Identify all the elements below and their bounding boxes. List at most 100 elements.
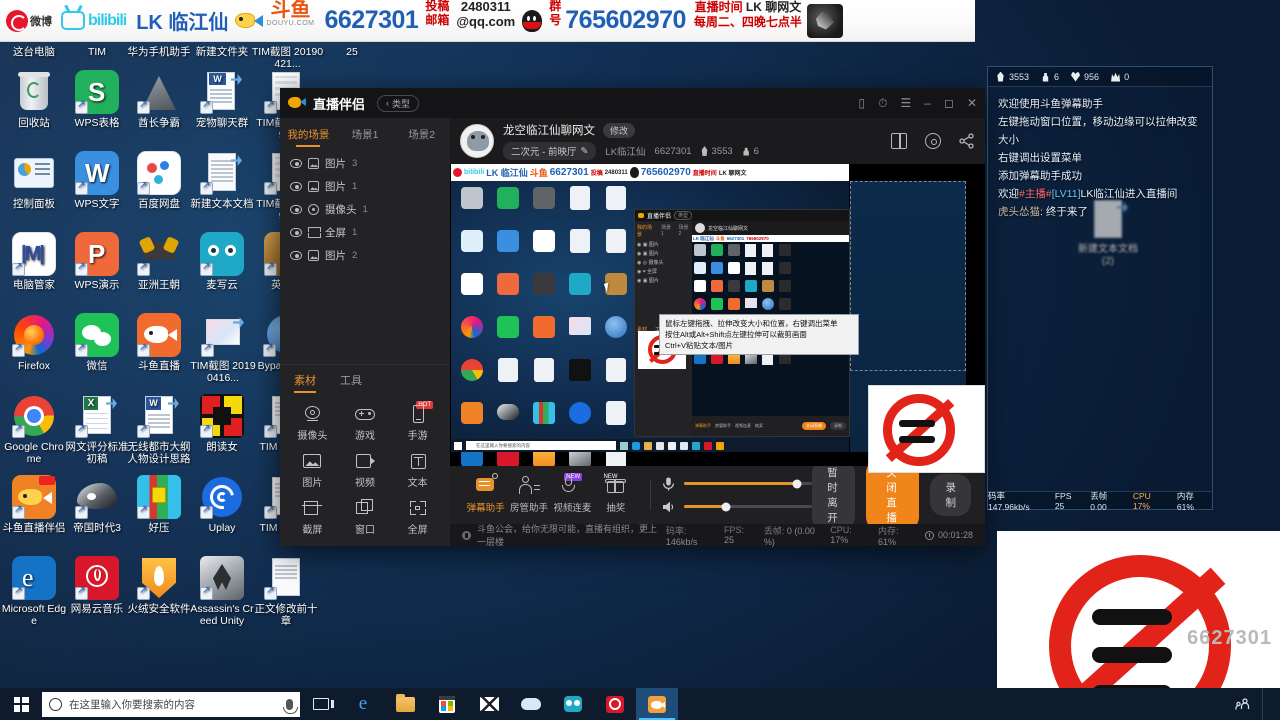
material-camera[interactable]: 摄像头 [286, 405, 339, 442]
desktop-icon-pc-manager[interactable]: |M| 电脑管家 [0, 232, 68, 291]
douyu-companion-icon[interactable] [636, 688, 678, 720]
desktop-icon-maixie-cloud[interactable]: 麦写云 [188, 232, 256, 291]
desktop-icon-chief-war[interactable]: 酋长争霸 [125, 70, 193, 129]
scene-source-row[interactable]: 图片 1 [280, 175, 450, 198]
edge-icon[interactable]: e [342, 688, 384, 720]
record-button[interactable]: 录制 [930, 474, 971, 516]
visibility-eye-icon[interactable] [290, 228, 302, 237]
danmu-assistant-panel[interactable]: 3553 6 956 0 欢迎使用斗鱼弹幕助手 左键拖动窗口位置，移动边缘可以拉… [987, 66, 1213, 512]
layout-icon[interactable] [891, 133, 907, 149]
file-explorer-icon[interactable] [384, 688, 426, 720]
room-admin-button[interactable]: 房管助手 [507, 476, 550, 514]
scene-tab-1[interactable]: 场景1 [337, 124, 394, 147]
netease-music-icon[interactable] [594, 688, 636, 720]
visibility-eye-icon[interactable] [290, 251, 302, 260]
desktop-icon-huorong[interactable]: 火绒安全软件 [125, 556, 193, 615]
visibility-eye-icon[interactable] [290, 182, 302, 191]
material-window[interactable]: 窗口 [339, 499, 392, 536]
desktop-icon-new-text-doc[interactable]: 新建文本文档 [188, 151, 256, 210]
people-icon[interactable] [1235, 697, 1250, 711]
desktop-icon-douyu-live[interactable]: 斗鱼直播 [125, 313, 193, 372]
type-back-button[interactable]: ‹ 类型 [377, 94, 420, 112]
desktop-icon-tim-shot-pink[interactable]: TIM截图 20190416... [188, 313, 258, 384]
tab-tools[interactable]: 工具 [340, 372, 362, 393]
search-input[interactable]: 在这里输入你要搜索的内容 [42, 691, 300, 717]
microphone-icon[interactable] [283, 698, 298, 714]
desktop-icon-chrome[interactable]: Google Chrome [0, 394, 68, 465]
visibility-eye-icon[interactable] [290, 159, 302, 168]
start-button[interactable] [0, 688, 42, 720]
visibility-eye-icon[interactable] [290, 205, 302, 214]
lottery-button[interactable]: NEW 抽奖 [594, 474, 637, 514]
desktop-icon-age-of-empires[interactable]: 帝国时代3 [63, 475, 131, 534]
danmu-assistant-button[interactable]: 弹幕助手 [464, 473, 507, 514]
maixie-icon[interactable] [552, 688, 594, 720]
share-icon[interactable] [959, 133, 975, 149]
desktop-icon-reader-girl[interactable]: 朗读女 [188, 394, 256, 453]
avatar[interactable] [460, 124, 494, 158]
desktop-icon-wps-spreadsheet[interactable]: S WPS表格 [63, 70, 131, 129]
show-desktop-button[interactable] [1262, 688, 1266, 720]
desktop-icon-pet-chat[interactable]: W 宠物聊天群 [188, 70, 256, 129]
desktop-icon-haozip[interactable]: 好压 [125, 475, 193, 534]
scene-source-row[interactable]: 图片 2 [280, 244, 450, 267]
monitor-icon[interactable]: ▯ [859, 97, 866, 109]
close-icon[interactable]: ✕ [967, 97, 977, 109]
category-selector[interactable]: 二次元 - 前映厅 ✎ [503, 142, 597, 160]
desktop-icon-text-edit[interactable]: 正文修改前十章 [250, 556, 322, 627]
desktop-icon-douyu-companion[interactable]: 斗鱼直播伴侣 [0, 475, 68, 534]
speaker-volume-slider[interactable] [684, 502, 813, 511]
desktop-icon-wps-presentation[interactable]: P WPS演示 [63, 232, 131, 291]
material-fullscreen[interactable]: 全屏 [391, 499, 444, 536]
material-screenshot[interactable]: 截屏 [286, 499, 339, 536]
desktop-icon-huawei[interactable]: 华为手机助手 [125, 46, 193, 58]
scene-source-row[interactable]: 图片 3 [280, 152, 450, 175]
material-text[interactable]: 文本 [391, 452, 444, 489]
scene-source-row[interactable]: 全屏 1 [280, 221, 450, 244]
desktop-icon-word-doc[interactable]: W 无线都市大纲人物设计思路 [125, 394, 193, 465]
material-game[interactable]: 游戏 [339, 405, 392, 442]
task-view-icon[interactable] [300, 688, 342, 720]
nosmoking-image-small[interactable] [868, 385, 985, 473]
desktop-icon-edge[interactable]: e Microsoft Edge [0, 556, 68, 627]
desktop-icon-asian-dynasty[interactable]: 亚洲王朝 [125, 232, 193, 291]
desktop-icon-baidu-netdisk[interactable]: 百度网盘 [125, 151, 193, 210]
scene-tab-my-scenes[interactable]: 我的场景 [280, 124, 337, 147]
desktop-icon-new-folder[interactable]: 新建文件夹 [188, 46, 256, 58]
filter-icon[interactable]: ⏱ [878, 97, 887, 109]
material-video[interactable]: 视频 [339, 452, 392, 489]
nosmoking-image-large[interactable]: 6627301 [997, 531, 1280, 688]
material-mobile-game[interactable]: HOT 手游 [391, 401, 444, 442]
maximize-icon[interactable]: ◻ [944, 97, 954, 109]
tab-materials[interactable]: 素材 [294, 372, 316, 393]
desktop-icon-tim-screenshot[interactable]: TIM截图 20190421... [250, 46, 325, 70]
away-button[interactable]: 暂时离开 [812, 459, 856, 531]
desktop-icon-excel-doc[interactable]: X 网文评分标准初稿 [63, 394, 131, 465]
onedrive-icon[interactable] [510, 688, 552, 720]
edit-room-button[interactable]: 修改 [603, 122, 636, 138]
desktop-icon-assassins-creed[interactable]: Assassin's Creed Unity [188, 556, 256, 627]
store-icon[interactable] [426, 688, 468, 720]
gear-icon[interactable] [925, 133, 941, 149]
menu-icon[interactable]: ☰ [901, 97, 912, 109]
desktop-icon-wps-writer[interactable]: W WPS文字 [63, 151, 131, 210]
material-image[interactable]: 图片 [286, 452, 339, 489]
desktop-icon-firefox[interactable]: Firefox [0, 313, 68, 372]
desktop-icon-netease-music[interactable]: 网易云音乐 [63, 556, 131, 615]
mic-slider-row[interactable] [662, 477, 813, 491]
desktop-icon-this-pc[interactable]: 这台电脑 [0, 46, 68, 58]
desktop-icon-file-25[interactable]: 25 [318, 46, 386, 58]
desktop-icon-wechat[interactable]: 微信 [63, 313, 131, 372]
desktop-icon-uplay[interactable]: Uplay [188, 475, 256, 534]
scene-source-row[interactable]: 摄像头 1 [280, 198, 450, 221]
desktop-icon-tim[interactable]: TIM [63, 46, 131, 58]
minimize-icon[interactable]: – [924, 97, 931, 109]
desktop-icon-recycle-bin[interactable]: 回收站 [0, 70, 68, 129]
desktop-icon-control-panel[interactable]: 控制面板 [0, 151, 68, 210]
video-link-button[interactable]: NEW 视频连麦 [551, 473, 594, 514]
speaker-slider-row[interactable] [662, 500, 813, 514]
mail-icon[interactable] [468, 688, 510, 720]
scene-tab-2[interactable]: 场景2 [393, 124, 450, 147]
mic-volume-slider[interactable] [684, 479, 813, 488]
window-titlebar[interactable]: 直播伴侣 ‹ 类型 ▯ ⏱ ☰ – ◻ ✕ [280, 88, 985, 118]
